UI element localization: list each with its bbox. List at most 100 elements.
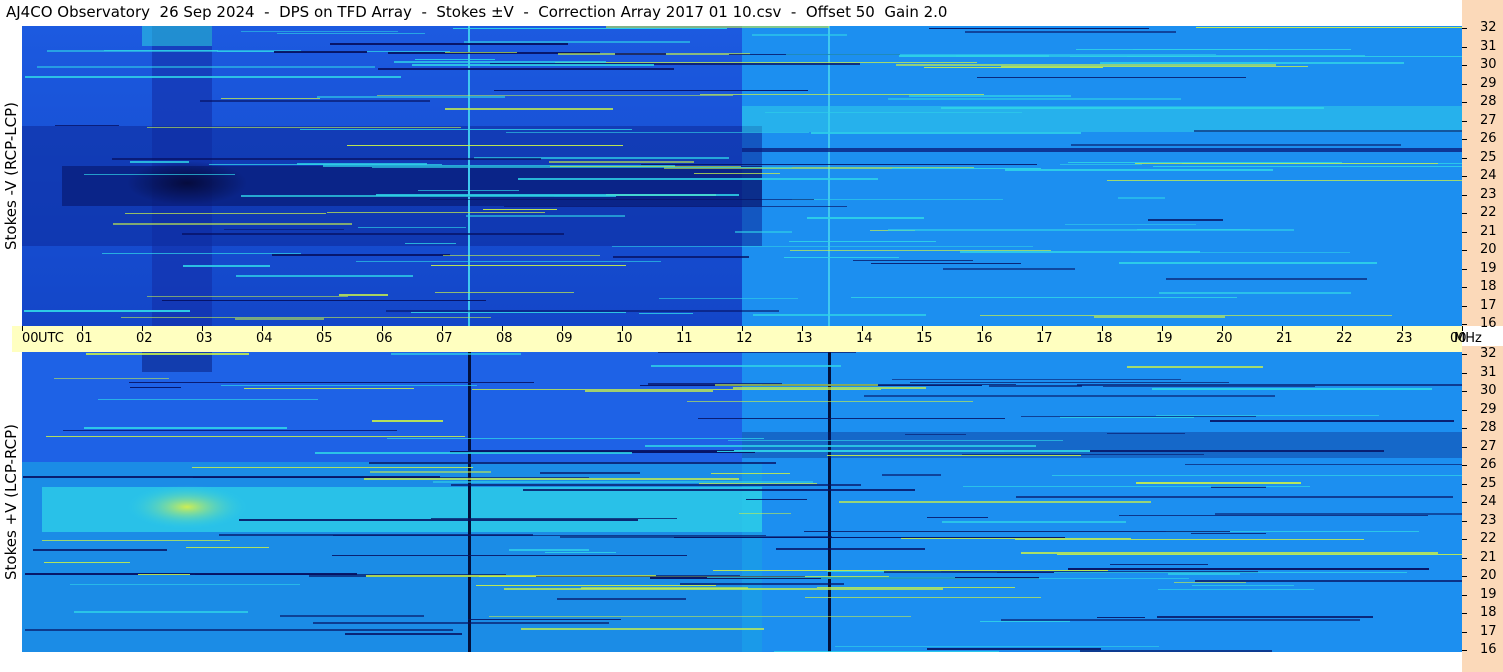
freq-tick-label: 17: [1480, 623, 1497, 639]
time-tick-label: 14: [856, 331, 873, 346]
interference-line: [1153, 166, 1462, 167]
time-tick-mark: [1102, 326, 1103, 331]
interference-line: [555, 62, 977, 63]
interference-line: [1021, 552, 1438, 554]
interference-line: [711, 473, 790, 474]
freq-tick-label: 27: [1480, 112, 1497, 128]
interference-line: [1060, 164, 1142, 165]
freq-tick-mark: [1462, 120, 1467, 122]
freq-tick-mark: [1462, 557, 1467, 559]
interference-line: [699, 483, 817, 484]
interference-line: [1119, 262, 1377, 264]
freq-tick-mark: [1462, 83, 1467, 85]
interference-line: [1068, 568, 1429, 570]
interference-line: [182, 233, 564, 235]
interference-line: [394, 61, 606, 63]
time-tick-mark: [1162, 326, 1163, 331]
time-tick-mark: [382, 326, 383, 331]
interference-line: [372, 167, 792, 168]
interference-line: [698, 418, 1005, 419]
interference-line: [1001, 619, 1360, 621]
interference-line: [433, 481, 813, 483]
interference-line: [827, 455, 1081, 456]
freq-tick-mark: [1462, 613, 1467, 614]
freq-tick-label: 19: [1480, 586, 1497, 602]
interference-line: [494, 90, 808, 91]
freq-tick-mark: [1462, 520, 1467, 522]
interference-line: [129, 382, 534, 383]
interference-line: [42, 540, 230, 541]
time-tick-mark: [802, 326, 803, 331]
interference-line: [315, 452, 632, 454]
interference-line: [1071, 144, 1401, 146]
freq-tick-label: 19: [1480, 260, 1497, 276]
interference-line: [746, 499, 807, 500]
interference-line: [1005, 169, 1273, 171]
interference-line: [924, 67, 1103, 68]
freq-tick-mark: [1462, 176, 1467, 177]
interference-line: [327, 212, 545, 213]
interference-line: [752, 34, 847, 36]
interference-line: [435, 292, 574, 293]
interference-line: [1107, 180, 1462, 181]
interference-line: [44, 562, 130, 563]
interference-line: [387, 438, 764, 439]
interference-line: [927, 648, 1101, 650]
time-tick-label: 08: [496, 331, 513, 346]
interference-line: [102, 253, 301, 254]
freq-tick-label: 29: [1480, 75, 1497, 91]
time-tick-label: 16: [976, 331, 993, 346]
interference-line: [615, 53, 666, 55]
time-tick-mark: [142, 326, 143, 331]
interference-line: [63, 430, 397, 431]
interference-line: [728, 440, 1063, 441]
interference-line: [236, 275, 413, 277]
freq-axis-bottom: 16 17 18 19 20 21 22 23 24 25 26 27 28 29 30 31 32: [1462, 346, 1503, 672]
interference-line: [468, 619, 621, 620]
interference-line: [1133, 49, 1268, 50]
interference-line: [1159, 292, 1351, 294]
freq-tick-label: 21: [1480, 549, 1497, 565]
time-tick-label: 01: [76, 331, 93, 346]
interference-line: [1127, 366, 1263, 368]
interference-line: [965, 31, 1176, 33]
freq-tick-mark: [1462, 409, 1467, 411]
interference-line: [186, 547, 269, 548]
interference-line: [774, 651, 999, 652]
freq-tick-label: 20: [1480, 568, 1497, 583]
interference-line: [687, 401, 973, 402]
freq-tick-label: 32: [1480, 20, 1497, 35]
interference-line: [1054, 572, 1407, 573]
interference-line: [370, 471, 491, 473]
interference-line: [345, 633, 462, 635]
interference-line: [545, 552, 616, 553]
interference-line: [476, 585, 716, 586]
freq-tick-mark: [1462, 539, 1467, 540]
interference-line: [244, 388, 414, 389]
interference-line: [871, 263, 1021, 264]
freq-tick-label: 25: [1480, 149, 1497, 165]
interference-line: [445, 52, 517, 53]
interference-line: [835, 646, 1159, 647]
interference-line: [700, 94, 984, 95]
time-tick-mark: [1282, 326, 1283, 331]
interference-line: [901, 538, 1131, 539]
freq-tick-mark: [1462, 231, 1467, 233]
interference-line: [980, 315, 1392, 316]
freq-tick-mark: [1462, 250, 1467, 251]
interference-line: [929, 28, 1149, 29]
freq-tick-label: 20: [1480, 242, 1497, 257]
interference-line: [430, 199, 814, 200]
freq-unit-label: MHz: [1454, 331, 1482, 346]
freq-tick-label: 16: [1480, 642, 1497, 657]
interference-line: [332, 555, 687, 556]
time-tick-mark: [982, 326, 983, 331]
interference-line: [113, 223, 352, 225]
freq-tick-label: 21: [1480, 223, 1497, 239]
interference-line: [807, 217, 924, 219]
interference-line: [130, 161, 189, 163]
interference-line: [980, 621, 1070, 622]
time-tick-label: 05: [316, 331, 333, 346]
freq-tick-label: 28: [1480, 94, 1497, 109]
interference-line: [851, 297, 1237, 298]
